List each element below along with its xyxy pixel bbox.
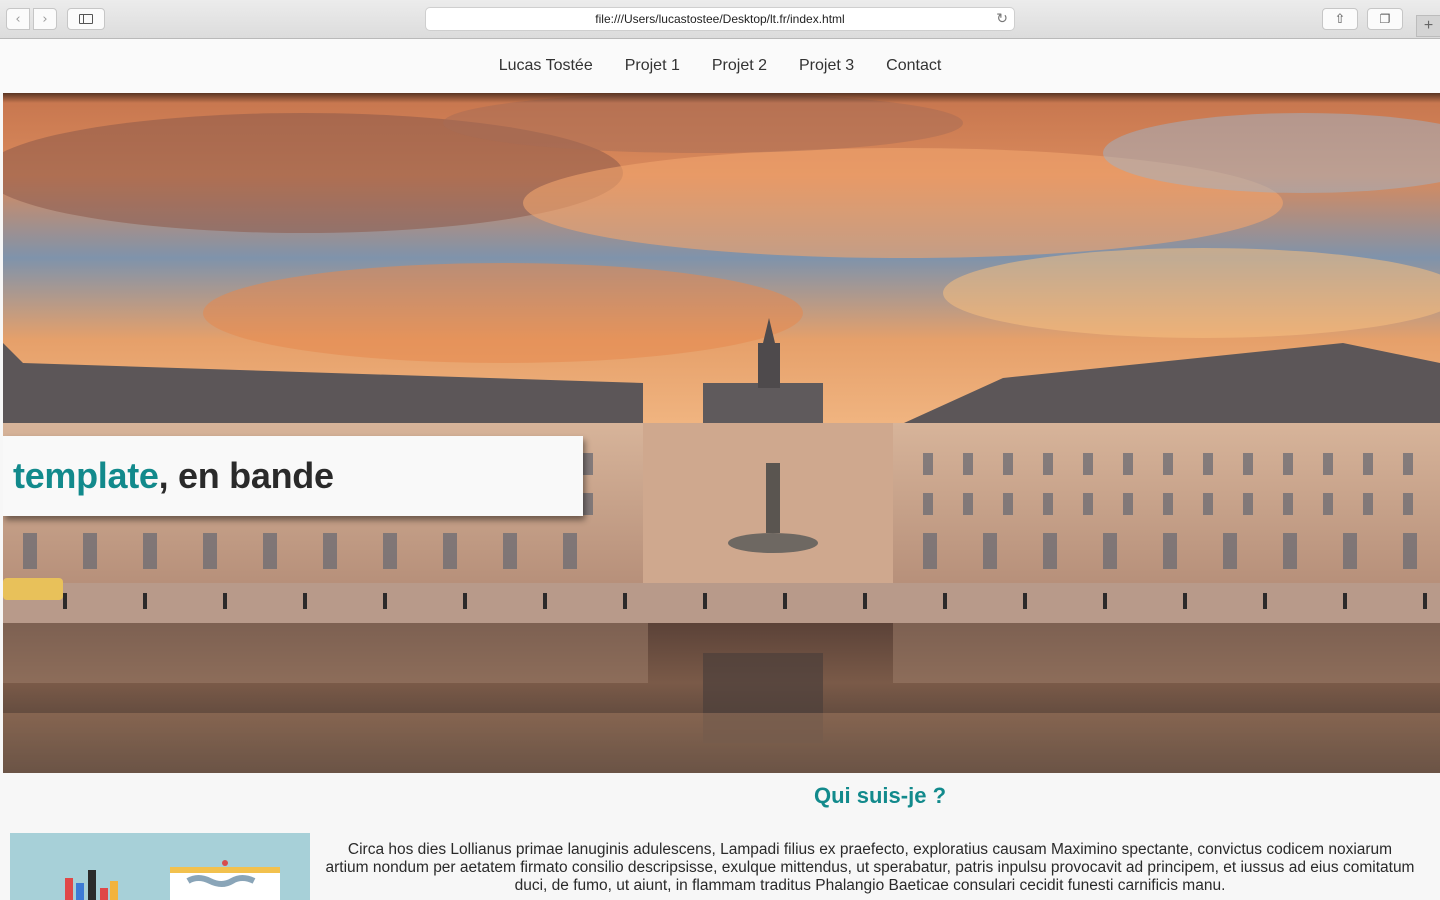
new-tab-button[interactable]: + xyxy=(1416,15,1440,37)
about-paragraph: Circa hos dies Lollianus primae lanugini… xyxy=(325,841,1415,894)
tabs-icon: ❐ xyxy=(1379,12,1391,26)
nav-item-contact[interactable]: Contact xyxy=(886,57,941,75)
forward-button[interactable]: › xyxy=(33,8,57,30)
section-title: Qui suis-je ? xyxy=(813,783,947,808)
plus-icon: + xyxy=(1423,17,1434,34)
hero-top-shadow xyxy=(3,93,1440,103)
back-button[interactable]: ‹ xyxy=(6,8,30,30)
share-button[interactable]: ⇧ xyxy=(1322,8,1358,30)
chevron-right-icon: › xyxy=(42,11,48,27)
chevron-left-icon: ‹ xyxy=(15,11,21,27)
hero-image: template, en bande xyxy=(3,93,1440,773)
about-illustration xyxy=(10,833,310,900)
show-tabs-button[interactable]: ❐ xyxy=(1367,8,1403,30)
address-bar[interactable]: file:///Users/lucastostee/Desktop/lt.fr/… xyxy=(425,7,1015,31)
sidebar-toggle-button[interactable] xyxy=(67,8,105,30)
site-navigation: Lucas Tostée Projet 1 Projet 2 Projet 3 … xyxy=(0,39,1440,93)
share-icon: ⇧ xyxy=(1334,11,1346,27)
nav-item-projet-2[interactable]: Projet 2 xyxy=(712,57,767,75)
sidebar-icon xyxy=(79,14,93,24)
nav-item-home[interactable]: Lucas Tostée xyxy=(499,57,593,75)
browser-toolbar: ‹ › file:///Users/lucastostee/Desktop/lt… xyxy=(0,0,1440,39)
hero-banner: template, en bande xyxy=(3,436,583,516)
hero-illustration xyxy=(3,93,1440,773)
reload-icon[interactable]: ↻ xyxy=(996,11,1008,27)
url-text: file:///Users/lucastostee/Desktop/lt.fr/… xyxy=(595,12,845,26)
banner-accent-text: template xyxy=(13,455,159,496)
nav-item-projet-1[interactable]: Projet 1 xyxy=(625,57,680,75)
banner-text: , en bande xyxy=(158,455,334,496)
nav-item-projet-3[interactable]: Projet 3 xyxy=(799,57,854,75)
